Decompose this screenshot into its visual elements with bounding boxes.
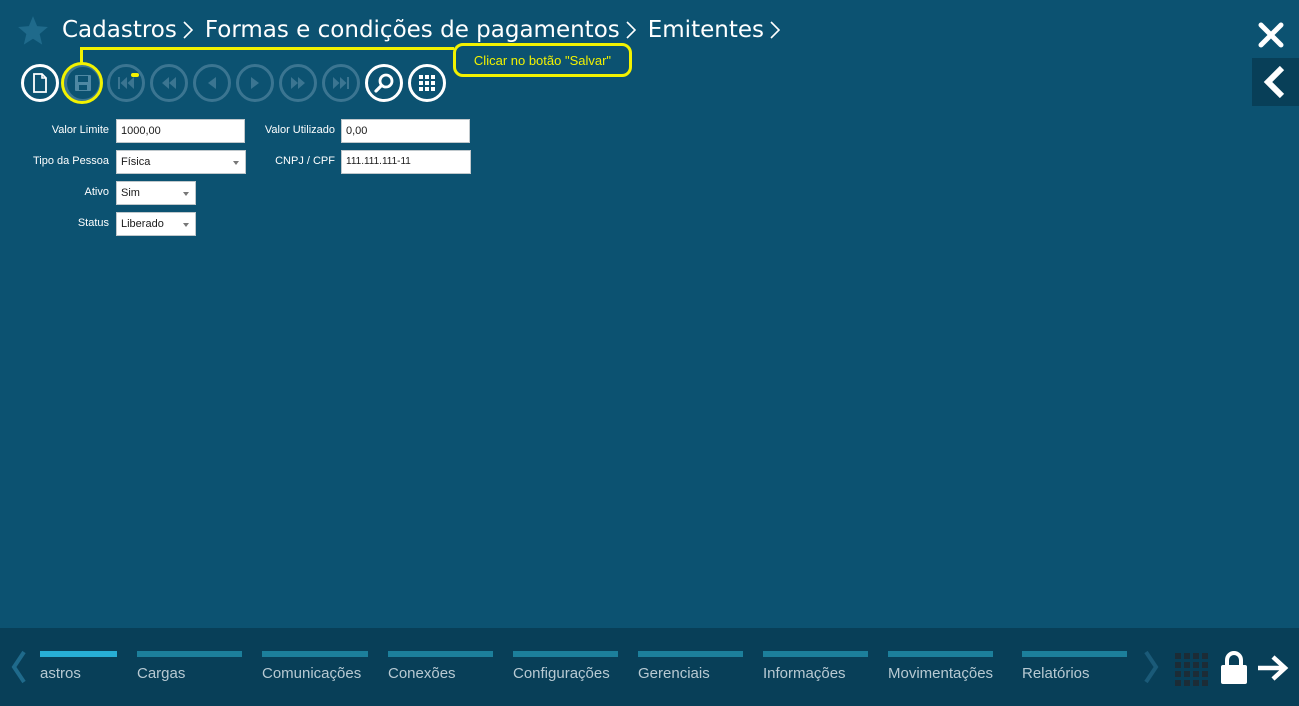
fast-forward-button[interactable] <box>279 64 317 102</box>
module-indicator <box>40 651 117 657</box>
rewind-button[interactable] <box>150 64 188 102</box>
save-icon <box>75 75 91 91</box>
valor-limite-input[interactable]: 1000,00 <box>116 119 245 143</box>
status-value: Liberado <box>121 218 164 230</box>
module-indicator <box>763 651 868 657</box>
dropdown-arrow-icon <box>233 161 239 165</box>
ativo-value: Sim <box>121 187 140 199</box>
module-indicator <box>137 651 242 657</box>
callout-connector <box>80 47 454 50</box>
search-button[interactable] <box>365 64 403 102</box>
skip-last-icon <box>333 77 349 89</box>
arrow-right-icon[interactable] <box>1256 655 1290 681</box>
tipo-pessoa-select[interactable]: Física <box>116 150 246 174</box>
breadcrumb-item-formas[interactable]: Formas e condições de pagamentos <box>205 14 620 46</box>
module-relatorios[interactable]: Relatórios <box>1022 651 1127 682</box>
valor-utilizado-input[interactable]: 0,00 <box>341 119 470 143</box>
module-indicator <box>513 651 618 657</box>
chevron-right-icon[interactable] <box>1140 650 1162 684</box>
module-label: Comunicações <box>262 665 362 682</box>
valor-utilizado-label: Valor Utilizado <box>264 124 335 136</box>
module-conexoes[interactable]: Conexões <box>388 651 493 682</box>
module-label: Gerenciais <box>638 665 710 682</box>
tipo-pessoa-value: Física <box>121 156 151 168</box>
module-cadastros[interactable]: astros <box>40 651 117 682</box>
module-movimentacoes[interactable]: Movimentações <box>888 651 993 682</box>
toolbar <box>21 64 451 102</box>
module-configuracoes[interactable]: Configurações <box>513 651 618 682</box>
callout-marker <box>131 73 139 77</box>
module-label: Movimentações <box>888 665 994 682</box>
breadcrumb-item-emitentes[interactable]: Emitentes <box>648 14 764 46</box>
module-indicator <box>888 651 993 657</box>
chevron-right-icon <box>770 21 780 39</box>
status-select[interactable]: Liberado <box>116 212 196 236</box>
module-gerenciais[interactable]: Gerenciais <box>638 651 743 682</box>
save-button[interactable] <box>64 64 102 102</box>
grid-button[interactable] <box>408 64 446 102</box>
module-indicator <box>1022 651 1127 657</box>
cnpj-cpf-label: CNPJ / CPF <box>275 155 335 167</box>
ativo-select[interactable]: Sim <box>116 181 196 205</box>
callout-connector <box>80 48 83 63</box>
fast-forward-icon <box>291 77 305 89</box>
module-cargas[interactable]: Cargas <box>137 651 242 682</box>
grid-icon <box>419 75 435 91</box>
document-icon <box>33 73 47 93</box>
previous-icon <box>208 77 216 89</box>
grid-icon[interactable] <box>1175 653 1209 687</box>
module-label: Configurações <box>513 665 610 682</box>
skip-first-icon <box>118 77 134 89</box>
module-indicator <box>638 651 743 657</box>
lock-icon[interactable] <box>1220 651 1248 685</box>
last-record-button[interactable] <box>322 64 360 102</box>
module-indicator <box>388 651 493 657</box>
module-label: Conexões <box>388 665 456 682</box>
back-panel-button[interactable] <box>1252 58 1299 106</box>
chevron-left-icon <box>1263 66 1285 98</box>
chevron-right-icon <box>183 21 193 39</box>
search-icon <box>374 73 394 93</box>
module-label: Informações <box>763 665 846 682</box>
module-indicator <box>262 651 368 657</box>
cnpj-cpf-input[interactable]: 111.111.111-11 <box>341 150 471 174</box>
status-label: Status <box>77 217 109 229</box>
first-record-button[interactable] <box>107 64 145 102</box>
star-icon[interactable] <box>16 14 50 48</box>
module-label: Relatórios <box>1022 665 1090 682</box>
previous-button[interactable] <box>193 64 231 102</box>
chevron-right-icon <box>626 21 636 39</box>
close-icon[interactable] <box>1256 20 1286 50</box>
valor-limite-label: Valor Limite <box>51 124 109 136</box>
dropdown-arrow-icon <box>183 223 189 227</box>
module-bar: astros Cargas Comunicações Conexões Conf… <box>0 628 1299 706</box>
new-document-button[interactable] <box>21 64 59 102</box>
breadcrumb: Cadastros Formas e condições de pagament… <box>62 14 792 46</box>
next-icon <box>251 77 259 89</box>
ativo-label: Ativo <box>84 186 109 198</box>
tipo-pessoa-label: Tipo da Pessoa <box>32 155 109 167</box>
module-label: astros <box>40 665 81 682</box>
dropdown-arrow-icon <box>183 192 189 196</box>
breadcrumb-item-cadastros[interactable]: Cadastros <box>62 14 177 46</box>
tutorial-callout: Clicar no botão "Salvar" <box>453 43 632 77</box>
module-label: Cargas <box>137 665 186 682</box>
module-comunicacoes[interactable]: Comunicações <box>262 651 368 682</box>
chevron-left-icon[interactable] <box>8 650 30 684</box>
module-informacoes[interactable]: Informações <box>763 651 868 682</box>
rewind-icon <box>162 77 176 89</box>
next-button[interactable] <box>236 64 274 102</box>
